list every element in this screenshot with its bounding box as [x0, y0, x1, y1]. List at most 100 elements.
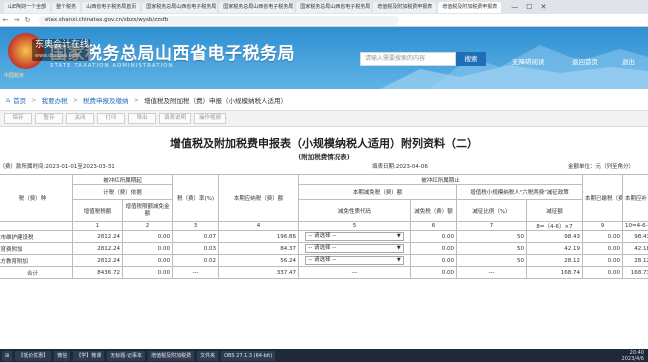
- col-payable: 本期应纳税（费）额: [218, 174, 300, 222]
- policy-amt-cell: 98.43: [526, 230, 584, 243]
- tax-type-cell: 地方教育附加: [0, 254, 73, 267]
- index-cell: 9: [582, 221, 624, 231]
- os-taskbar: ⊞ 【低价优惠】 微信 【学】微课 无标题-记事本 增值税及附加税费 文件夹 O…: [0, 349, 648, 362]
- relief-amt-total: 0.00: [410, 266, 458, 279]
- index-cell: [0, 221, 73, 231]
- breadcrumb-home[interactable]: 首页: [13, 95, 26, 105]
- rate-total: ---: [172, 266, 220, 279]
- taskbar-item[interactable]: 微信: [54, 350, 71, 361]
- due-cell: 42.18: [622, 242, 648, 255]
- relief-code-select[interactable]: -- 请选择 -- ▼: [305, 232, 404, 241]
- accessibility-link[interactable]: 无障碍阅读: [512, 56, 545, 66]
- index-cell: 1: [72, 221, 123, 231]
- url-field[interactable]: etax.shanxi.chinatax.gov.cn/sbzx/wysb/zz…: [39, 15, 399, 25]
- reload-icon[interactable]: ↻: [22, 16, 33, 24]
- due-cell: 28.12: [622, 254, 648, 267]
- deduct-cell[interactable]: 0.00: [121, 254, 174, 267]
- policy-amt-cell: 42.19: [526, 242, 584, 255]
- browser-tab[interactable]: 国家税务总局山西省电子税务局: [142, 1, 218, 13]
- relief-code-select[interactable]: -- 请选择 -- ▼: [305, 244, 404, 253]
- close-icon[interactable]: ✕: [541, 3, 547, 11]
- rate-cell: 0.02: [172, 254, 220, 267]
- col-policy-group: 增值税小规模纳税人"六税两费"减征政策: [456, 184, 584, 200]
- taskbar-item[interactable]: 无标题-记事本: [107, 350, 146, 361]
- relief-code-select[interactable]: -- 请选择 -- ▼: [305, 256, 404, 265]
- breadcrumb: ⌂ 首页 > 我要办税 > 税费申报及缴纳 > 增值税及附加税（费）申报（小规模…: [0, 89, 648, 111]
- policy-ratio-total: ---: [456, 266, 528, 279]
- table-row: 地方教育附加 2812.24 0.00 0.02 56.24 -- 请选择 --…: [0, 254, 648, 267]
- index-cell: 7: [456, 221, 528, 231]
- taskbar-item[interactable]: 增值税及附加税费: [148, 350, 195, 361]
- browser-tab[interactable]: 山E陶财一个全部: [4, 1, 51, 13]
- taskbar-item[interactable]: OBS 27.1.3 (64-bit): [221, 350, 276, 361]
- site-subtitle: STATE TAXATION ADMINISTRATION: [50, 63, 174, 69]
- address-bar: ← → ↻ etax.shanxi.chinatax.gov.cn/sbzx/w…: [0, 14, 648, 27]
- print-button[interactable]: 打印: [97, 113, 125, 124]
- export-button[interactable]: 导出: [128, 113, 156, 124]
- maximize-icon[interactable]: ☐: [526, 3, 532, 11]
- vat-cell: 2812.24: [72, 254, 123, 267]
- start-icon[interactable]: ⊞: [2, 350, 13, 361]
- browser-tab[interactable]: 国家税务总局山西省电子税务局: [296, 1, 372, 13]
- search-input[interactable]: 请输入需要搜索的内容: [360, 52, 456, 66]
- index-cell: 3: [172, 221, 220, 231]
- back-icon[interactable]: ←: [0, 16, 11, 24]
- payable-cell: 84.37: [218, 242, 300, 255]
- due-total: 168.73: [622, 266, 648, 279]
- breadcrumb-declare[interactable]: 税费申报及缴纳: [83, 95, 129, 105]
- col-tax-type: 税（费）种: [0, 174, 73, 222]
- prepaid-cell[interactable]: 0.00: [582, 230, 624, 243]
- vat-cell: 2812.24: [72, 230, 123, 243]
- relief-amt-cell: 0.00: [410, 254, 458, 267]
- deduct-cell[interactable]: 0.00: [121, 242, 174, 255]
- payable-cell: 196.86: [218, 230, 300, 243]
- chevron-down-icon: ▼: [396, 245, 401, 251]
- taskbar-item[interactable]: 【低价优惠】: [15, 350, 52, 361]
- minimize-icon[interactable]: —: [511, 3, 518, 11]
- index-cell: 6: [410, 221, 458, 231]
- temp-save-button[interactable]: 暂存: [35, 113, 63, 124]
- taskbar-item[interactable]: 文件夹: [197, 350, 219, 361]
- breadcrumb-tax[interactable]: 我要办税: [42, 95, 68, 105]
- select-value: -- 请选择 --: [308, 245, 337, 251]
- search-button[interactable]: 搜索: [456, 52, 486, 66]
- forward-icon[interactable]: →: [11, 16, 22, 24]
- browser-tab[interactable]: 国家税务总局山西省电子税务局: [219, 1, 295, 13]
- watermark: 东奥会计在线 www.dongao.com: [32, 39, 90, 61]
- logout-link[interactable]: 退出: [622, 56, 635, 66]
- prepaid-cell[interactable]: 0.00: [582, 254, 624, 267]
- taskbar-item[interactable]: 【学】微课: [73, 350, 105, 361]
- chevron-down-icon: ▼: [396, 233, 401, 239]
- index-cell: 10=4-6-8-9: [622, 221, 648, 231]
- system-clock[interactable]: 20:40 2023/4/6: [622, 350, 644, 362]
- rate-cell: 0.03: [172, 242, 220, 255]
- index-cell: 4: [218, 221, 300, 231]
- col-rate: 税（费）率(%): [172, 174, 220, 222]
- relief-code-cell: -- 请选择 -- ▼: [298, 242, 412, 255]
- due-cell: 98.43: [622, 230, 648, 243]
- col-policy-amt: 减征额: [526, 199, 584, 222]
- browser-tab[interactable]: 增值税及附加税费申报表: [373, 1, 437, 13]
- tax-period: 税（费）款所属时间:2023-01-01至2023-03-31: [0, 164, 115, 170]
- home-link[interactable]: 返回首页: [572, 56, 598, 66]
- chevron-down-icon: ▼: [396, 257, 401, 263]
- browser-tab[interactable]: 山西省电子税务局首页: [82, 1, 141, 13]
- relief-amt-cell: 0.00: [410, 230, 458, 243]
- watermark-url: www.dongao.com: [35, 53, 80, 59]
- prepaid-cell[interactable]: 0.00: [582, 242, 624, 255]
- save-button[interactable]: 保存: [4, 113, 32, 124]
- browser-tab[interactable]: 整个税务: [52, 1, 81, 13]
- close-button[interactable]: 关闭: [66, 113, 94, 124]
- video-button[interactable]: 操作视频: [194, 113, 227, 124]
- deduct-cell[interactable]: 0.00: [121, 230, 174, 243]
- instructions-button[interactable]: 填表说明: [159, 113, 192, 124]
- emblem-caption: 中国税务: [4, 73, 25, 79]
- col-offset-start: 被冲红所属期起: [71, 174, 174, 185]
- browser-tab-active[interactable]: 增值税及附加税费申报表: [438, 1, 502, 13]
- payable-total: 337.47: [218, 266, 300, 279]
- surcharge-table: 税（费）种 被冲红所属期起 税（费）率(%) 本期应纳税（费）额 被冲红所属期止…: [0, 174, 648, 279]
- form-subtitle: (附加税费情况表): [298, 153, 350, 161]
- site-banner: 中国税务 国家税务总局山西省电子税务局 STATE TAXATION ADMIN…: [0, 27, 648, 89]
- home-icon: ⌂: [6, 95, 11, 104]
- select-value: -- 请选择 --: [308, 257, 337, 263]
